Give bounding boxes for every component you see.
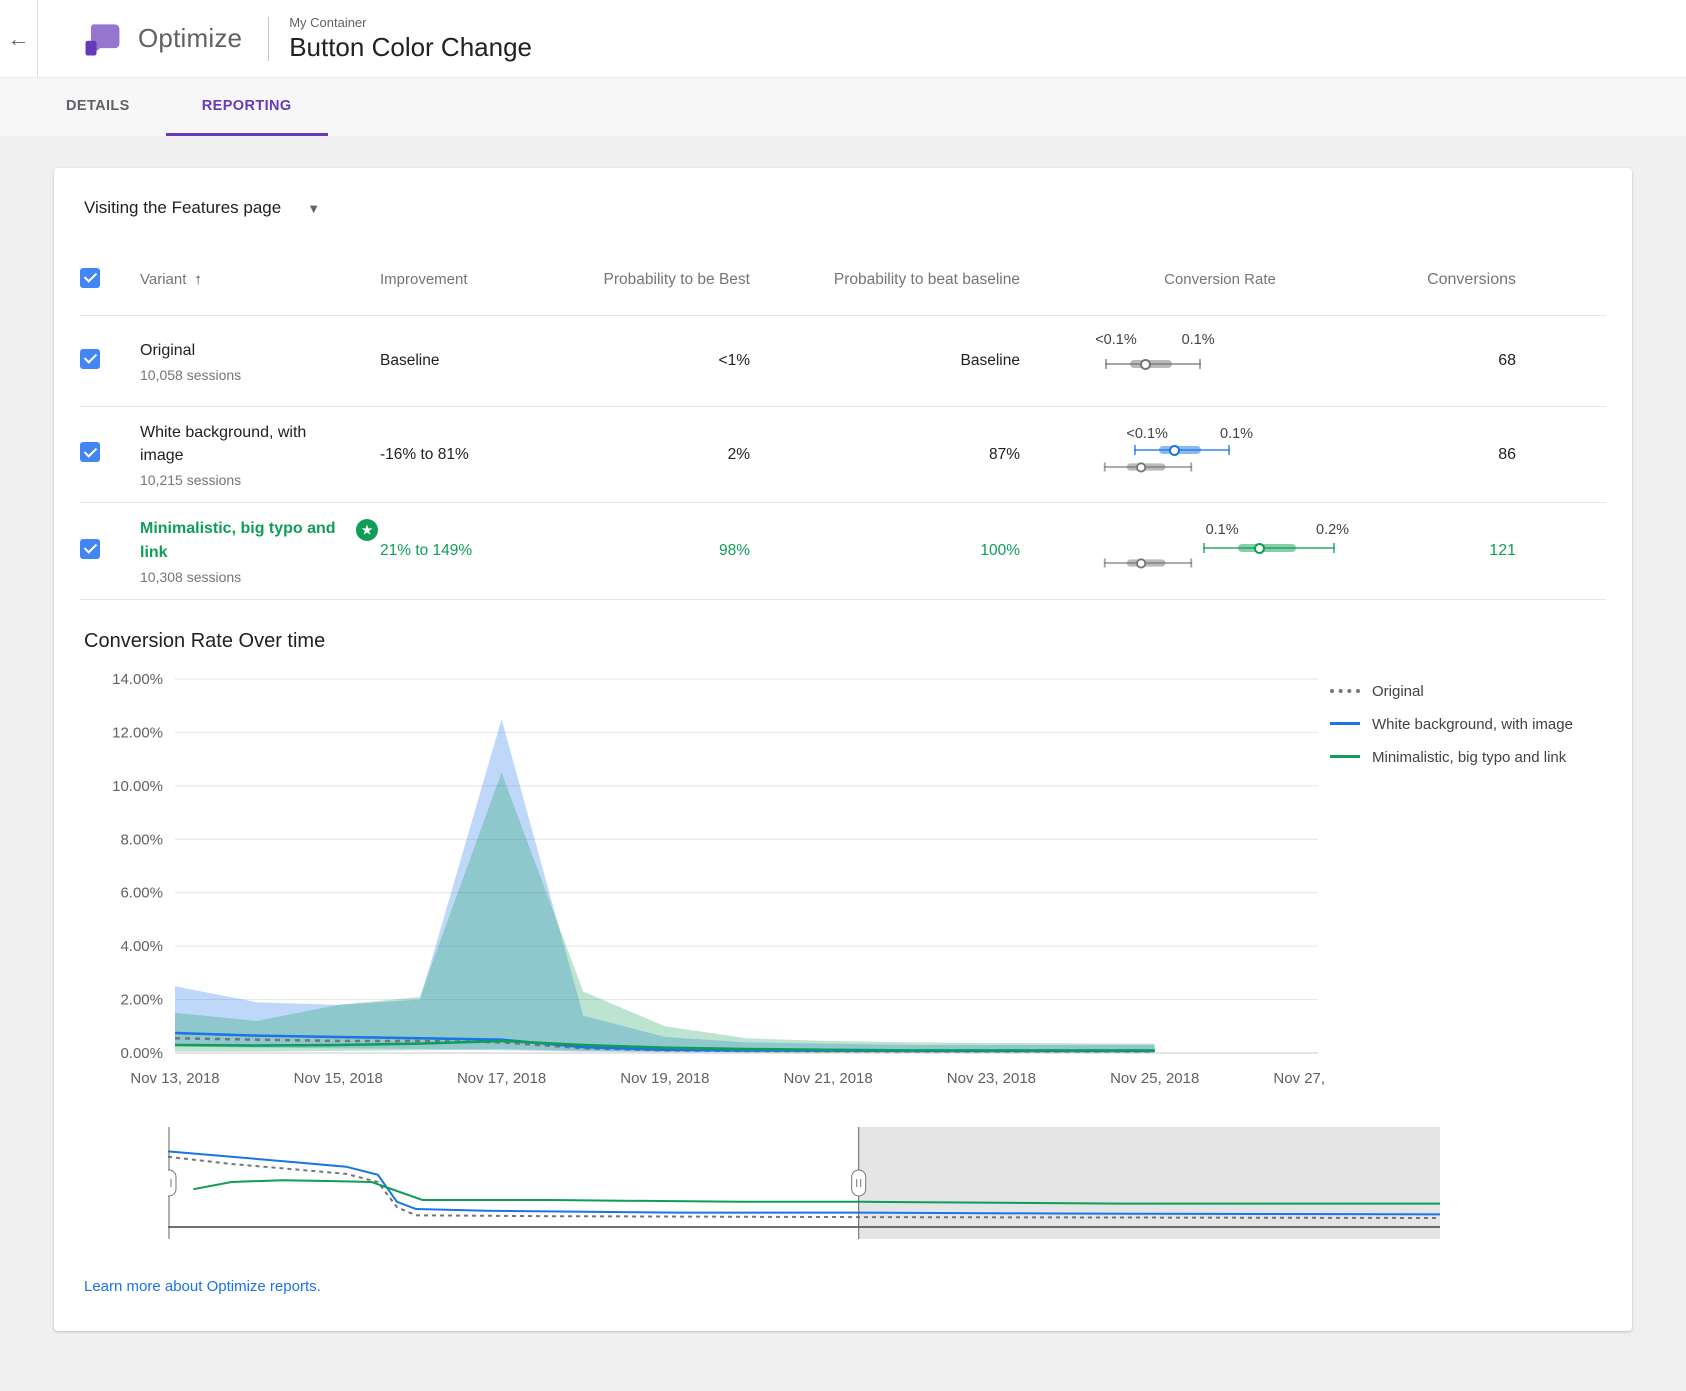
chevron-down-icon: ▼ bbox=[307, 201, 320, 216]
table-header-row: Variant ↑ Improvement Probability to be … bbox=[80, 244, 1606, 316]
back-arrow-icon: ← bbox=[8, 26, 30, 52]
tab-reporting[interactable]: REPORTING bbox=[166, 78, 328, 136]
column-variant[interactable]: Variant ↑ bbox=[140, 257, 380, 302]
container-name: My Container bbox=[289, 15, 532, 30]
variant-name: Original bbox=[140, 339, 380, 362]
svg-text:2.00%: 2.00% bbox=[120, 991, 163, 1008]
interval-low-label: 0.1% bbox=[1206, 522, 1239, 538]
probability-best-value: <1% bbox=[590, 338, 790, 384]
svg-text:Nov 21, 2018: Nov 21, 2018 bbox=[784, 1070, 873, 1087]
time-range-selector bbox=[168, 1127, 1440, 1244]
app-name: Optimize bbox=[138, 23, 242, 54]
variant-sessions: 10,058 sessions bbox=[140, 367, 380, 383]
optimize-logo-icon bbox=[80, 17, 124, 61]
variant-sessions: 10,215 sessions bbox=[140, 472, 380, 488]
chart-legend: Original White background, with image Mi… bbox=[1330, 661, 1596, 780]
minimalistic-line-swatch bbox=[1330, 755, 1360, 758]
variant-errorbar bbox=[1134, 444, 1230, 456]
svg-text:Nov 15, 2018: Nov 15, 2018 bbox=[294, 1070, 383, 1087]
column-conversions: Conversions bbox=[1380, 257, 1606, 303]
variant-name: Minimalistic, big typo and link bbox=[140, 520, 336, 560]
svg-text:Nov 27, 2018: Nov 27, 2018 bbox=[1273, 1070, 1330, 1087]
variant-errorbar bbox=[1203, 542, 1335, 554]
tab-bar: DETAILS REPORTING bbox=[0, 78, 1686, 136]
learn-more-link[interactable]: Learn more about Optimize reports. bbox=[84, 1278, 321, 1295]
legend-item-minimalistic: Minimalistic, big typo and link bbox=[1330, 747, 1596, 768]
baseline-errorbar bbox=[1105, 358, 1201, 370]
interval-low-label: <0.1% bbox=[1126, 426, 1168, 442]
conversions-value: 86 bbox=[1380, 432, 1606, 478]
optimize-logo: Optimize bbox=[80, 17, 242, 61]
conversion-rate-interval: <0.1% 0.1% bbox=[1100, 330, 1340, 392]
legend-item-white-background: White background, with image bbox=[1330, 714, 1596, 735]
baseline-errorbar bbox=[1104, 558, 1192, 569]
svg-text:Nov 25, 2018: Nov 25, 2018 bbox=[1110, 1070, 1199, 1087]
select-all-checkbox[interactable] bbox=[80, 268, 100, 288]
leader-star-icon: ★ bbox=[356, 519, 378, 541]
report-card: Visiting the Features page ▼ Variant ↑ I… bbox=[54, 168, 1632, 1331]
interval-high-label: 0.1% bbox=[1182, 332, 1215, 348]
title-block: My Container Button Color Change bbox=[289, 15, 532, 63]
variant-name: White background, with image bbox=[140, 421, 380, 467]
svg-text:4.00%: 4.00% bbox=[120, 938, 163, 955]
svg-text:0.00%: 0.00% bbox=[120, 1045, 163, 1062]
row-checkbox[interactable] bbox=[80, 442, 100, 462]
time-range-brush-chart bbox=[168, 1127, 1440, 1239]
legend-item-original: Original bbox=[1330, 681, 1596, 702]
improvement-value: -16% to 81% bbox=[380, 432, 590, 478]
probability-best-value: 2% bbox=[590, 432, 790, 478]
table-row-original: Original 10,058 sessions Baseline <1% Ba… bbox=[80, 316, 1606, 407]
interval-high-label: 0.1% bbox=[1220, 426, 1253, 442]
column-improvement: Improvement bbox=[380, 257, 590, 302]
svg-text:10.00%: 10.00% bbox=[112, 778, 163, 795]
white-background-line-swatch bbox=[1330, 722, 1360, 725]
conversions-value: 121 bbox=[1380, 528, 1606, 574]
tab-details[interactable]: DETAILS bbox=[30, 78, 166, 136]
svg-text:Nov 17, 2018: Nov 17, 2018 bbox=[457, 1070, 546, 1087]
original-line-swatch bbox=[1330, 689, 1360, 693]
svg-text:8.00%: 8.00% bbox=[120, 831, 163, 848]
page-title: Button Color Change bbox=[289, 32, 532, 63]
brush-left-handle[interactable] bbox=[159, 1127, 177, 1239]
row-checkbox[interactable] bbox=[80, 539, 100, 559]
chart-title: Conversion Rate Over time bbox=[84, 630, 1606, 653]
svg-text:14.00%: 14.00% bbox=[112, 671, 163, 688]
baseline-errorbar bbox=[1104, 461, 1192, 472]
interval-high-label: 0.2% bbox=[1316, 522, 1349, 538]
objective-label: Visiting the Features page bbox=[84, 198, 281, 218]
svg-text:Nov 23, 2018: Nov 23, 2018 bbox=[947, 1070, 1036, 1087]
objective-selector[interactable]: Visiting the Features page ▼ bbox=[80, 198, 1606, 218]
probability-beat-value: Baseline bbox=[790, 338, 1060, 384]
conversion-rate-chart: 0.00% 2.00% 4.00% 6.00% 8.00% 10.00% 12.00% 14.… bbox=[80, 661, 1330, 1101]
chart-area: 0.00% 2.00% 4.00% 6.00% 8.00% 10.00% 12.00% 14.… bbox=[80, 661, 1606, 1101]
probability-beat-value: 100% bbox=[790, 528, 1060, 574]
improvement-value: 21% to 149% bbox=[380, 528, 590, 574]
column-probability-beat-baseline: Probability to beat baseline bbox=[790, 257, 1060, 303]
improvement-value: Baseline bbox=[380, 338, 590, 384]
probability-best-value: 98% bbox=[590, 528, 790, 574]
column-conversion-rate: Conversion Rate bbox=[1060, 257, 1380, 302]
table-row-white-background: White background, with image 10,215 sess… bbox=[80, 407, 1606, 503]
svg-text:Nov 19, 2018: Nov 19, 2018 bbox=[620, 1070, 709, 1087]
conversion-rate-interval: 0.1% 0.2% bbox=[1100, 520, 1340, 582]
brush-right-handle[interactable] bbox=[850, 1127, 868, 1239]
header-divider bbox=[268, 17, 269, 61]
variant-sessions: 10,308 sessions bbox=[140, 569, 380, 585]
column-probability-best: Probability to be Best bbox=[590, 257, 790, 303]
svg-text:Nov 13, 2018: Nov 13, 2018 bbox=[130, 1070, 219, 1087]
conversions-value: 68 bbox=[1380, 338, 1606, 384]
app-header: ← Optimize My Container Button Color Cha… bbox=[0, 0, 1686, 78]
svg-text:6.00%: 6.00% bbox=[120, 884, 163, 901]
conversion-rate-interval: <0.1% 0.1% bbox=[1100, 424, 1340, 486]
table-row-minimalistic: Minimalistic, big typo and link ★ 10,308… bbox=[80, 503, 1606, 599]
interval-low-label: <0.1% bbox=[1095, 332, 1137, 348]
row-checkbox[interactable] bbox=[80, 349, 100, 369]
back-button[interactable]: ← bbox=[0, 0, 38, 78]
probability-beat-value: 87% bbox=[790, 432, 1060, 478]
svg-text:12.00%: 12.00% bbox=[112, 724, 163, 741]
sort-ascending-icon: ↑ bbox=[194, 271, 202, 288]
optimize-reporting-page: ← Optimize My Container Button Color Cha… bbox=[0, 0, 1686, 1391]
